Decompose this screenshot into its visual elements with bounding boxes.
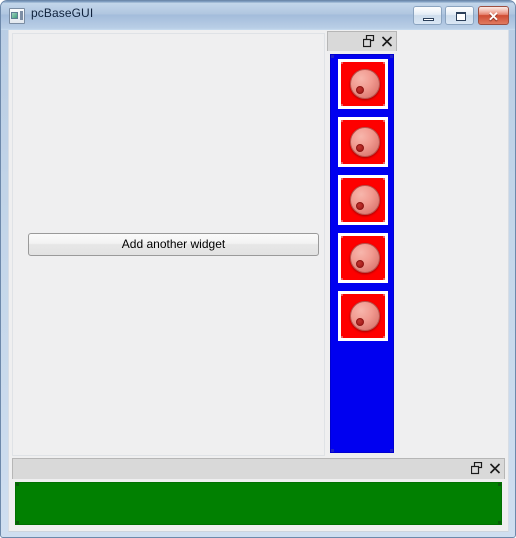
window-client-area: Add another widget: [8, 30, 509, 532]
close-button[interactable]: ✕: [478, 6, 509, 25]
dock-bottom-content: [12, 479, 505, 528]
dock-bottom-title-bar[interactable]: [12, 458, 505, 479]
widget-focus-handle: [341, 178, 343, 180]
focus-handle-bottom-right: [390, 449, 393, 452]
maximize-icon: [456, 12, 466, 21]
ball-icon: [350, 301, 380, 331]
focus-handle-bottom-right: [498, 521, 501, 524]
ball-dot-icon: [356, 202, 364, 210]
focus-handle-top-left: [331, 55, 334, 58]
ball-dot-icon: [356, 144, 364, 152]
minimize-button-gloss: [414, 7, 441, 15]
focus-handle-top-right: [498, 483, 501, 486]
maximize-button[interactable]: [445, 6, 474, 25]
add-another-widget-button[interactable]: Add another widget: [28, 233, 319, 256]
minimize-icon: [423, 18, 434, 21]
widget-focus-handle: [341, 336, 343, 338]
ball-widget[interactable]: [338, 175, 388, 225]
ball-icon: [350, 243, 380, 273]
ball-dot-icon: [356, 260, 364, 268]
focus-handle-top-right: [390, 55, 393, 58]
float-icon[interactable]: [471, 462, 483, 475]
widget-focus-handle: [383, 120, 385, 122]
widget-focus-handle: [383, 162, 385, 164]
widget-focus-handle: [341, 62, 343, 64]
dock-right-buttons: [363, 33, 393, 50]
ball-widget[interactable]: [338, 59, 388, 109]
widget-focus-handle: [383, 336, 385, 338]
widget-focus-handle: [341, 236, 343, 238]
widget-focus-handle: [383, 220, 385, 222]
dock-widget-bottom: [12, 458, 505, 528]
ball-icon: [350, 185, 380, 215]
dock-right-content: [327, 51, 397, 456]
focus-handle-top-left: [16, 483, 19, 486]
dock-right-title-bar[interactable]: [327, 31, 397, 51]
focus-handle-bottom-left: [331, 449, 334, 452]
application-icon-bar: [20, 11, 23, 20]
application-icon: [9, 8, 25, 24]
ball-widget[interactable]: [338, 291, 388, 341]
float-icon[interactable]: [363, 35, 375, 48]
ball-dot-icon: [356, 86, 364, 94]
widget-focus-handle: [341, 278, 343, 280]
window-title: pcBaseGUI: [31, 6, 94, 20]
ball-dot-icon: [356, 318, 364, 326]
application-window: pcBaseGUI ✕ Add another widget: [0, 0, 516, 538]
central-widget: Add another widget: [12, 33, 325, 456]
widget-focus-handle: [341, 104, 343, 106]
widget-focus-handle: [383, 236, 385, 238]
minimize-button[interactable]: [413, 6, 442, 25]
close-icon: ✕: [488, 9, 499, 24]
ball-icon: [350, 127, 380, 157]
widget-focus-handle: [383, 178, 385, 180]
widget-focus-handle: [341, 294, 343, 296]
widget-focus-handle: [341, 120, 343, 122]
widget-focus-handle: [383, 62, 385, 64]
green-container-panel[interactable]: [15, 482, 502, 525]
widget-focus-handle: [341, 220, 343, 222]
widget-focus-handle: [341, 162, 343, 164]
application-icon-inner: [11, 12, 18, 19]
focus-handle-bottom-left: [16, 521, 19, 524]
widget-focus-handle: [383, 278, 385, 280]
ball-icon: [350, 69, 380, 99]
widget-focus-handle: [383, 294, 385, 296]
ball-widget[interactable]: [338, 233, 388, 283]
ball-widget[interactable]: [338, 117, 388, 167]
title-bar[interactable]: pcBaseGUI ✕: [1, 1, 515, 30]
blue-container-panel[interactable]: [330, 54, 394, 453]
dock-close-icon[interactable]: [381, 35, 393, 48]
dock-widget-right: [327, 31, 397, 456]
widget-focus-handle: [383, 104, 385, 106]
dock-bottom-buttons: [471, 460, 501, 477]
dock-close-icon[interactable]: [489, 462, 501, 475]
